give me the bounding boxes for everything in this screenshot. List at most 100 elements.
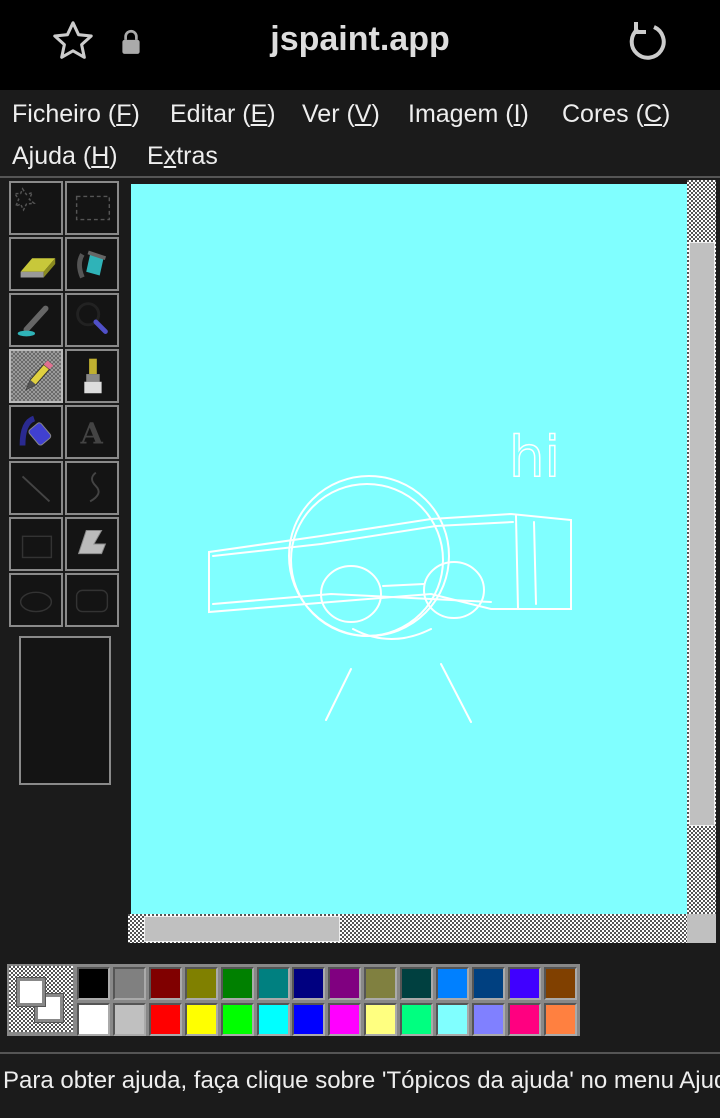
palette-color[interactable] [543,967,577,1000]
menu-label-part: ) [371,100,380,128]
palette-color[interactable] [220,1003,254,1036]
tool-ellipse[interactable] [9,573,63,627]
palette-color[interactable] [148,1003,182,1036]
canvas-area: hi [128,180,720,945]
menu-label-part: Ajuda ( [12,142,92,170]
menu-label-part: x [163,142,177,170]
menu-item[interactable]: Editar (E) [170,100,276,129]
menu-label-part: I [513,100,521,128]
menu-item[interactable]: Ver (V) [302,100,380,129]
canvas-text: hi [509,425,560,490]
tool-eraser[interactable] [9,237,63,291]
status-text: Para obter ajuda, faça clique sobre 'Tóp… [3,1067,720,1094]
horizontal-scrollbar[interactable] [128,914,687,943]
menu-item[interactable]: Ajuda (H) [12,142,118,171]
svg-text:A: A [79,417,103,451]
tool-options[interactable] [19,636,111,785]
palette-color[interactable] [292,1003,326,1036]
pencil-icon [25,360,54,391]
horizontal-scroll-thumb[interactable] [144,916,340,942]
tool-polygon[interactable] [65,517,119,571]
tool-rectangle[interactable] [9,517,63,571]
palette-color[interactable] [507,967,541,1000]
color-box [7,964,580,1036]
page-url[interactable]: jspaint.app [0,20,720,59]
palette-color[interactable] [364,1003,398,1036]
tool-free-form-select[interactable] [9,181,63,235]
free-form-select-icon [13,187,36,212]
menu-label-part: ) [520,100,529,128]
palette-color[interactable] [543,1003,577,1036]
palette-color[interactable] [400,1003,434,1036]
tool-line[interactable] [9,461,63,515]
tool-select[interactable] [65,181,119,235]
airbrush-icon [19,415,52,446]
menu-label-part: Imagem ( [408,100,514,128]
palette-color[interactable] [184,967,218,1000]
status-bar: Para obter ajuda, faça clique sobre 'Tóp… [0,1052,720,1098]
magnifier-icon [76,302,108,334]
tool-pick-color[interactable] [9,293,63,347]
palette-color[interactable] [77,967,110,1000]
menu-item[interactable]: Extras [147,142,218,171]
palette-color[interactable] [220,967,254,1000]
palette-color[interactable] [256,1003,290,1036]
palette-color[interactable] [328,967,362,1000]
palette-color[interactable] [328,1003,362,1036]
brush-icon [84,358,102,394]
vertical-scrollbar[interactable] [687,180,716,914]
polygon-icon [77,530,107,555]
tool-fill[interactable] [65,237,119,291]
menu-label-part: C [643,100,663,128]
reload-icon[interactable] [624,18,672,66]
menu-label-part: E [250,100,268,128]
menu-label-part: Editar ( [170,100,251,128]
menu-label-part: ) [267,100,276,128]
menu-item[interactable]: Cores (C) [562,100,670,129]
vertical-scroll-thumb[interactable] [689,242,715,826]
drawing-canvas[interactable]: hi [131,184,687,914]
menu-label-part: V [354,100,372,128]
palette-color[interactable] [400,967,434,1000]
current-colors[interactable] [9,966,73,1032]
palette-color[interactable] [436,1003,469,1036]
tool-curve[interactable] [65,461,119,515]
menu-label-part: Ficheiro ( [12,100,117,128]
palette-color[interactable] [256,967,290,1000]
select-icon [75,195,111,221]
ellipse-icon [19,591,53,613]
tool-brush[interactable] [65,349,119,403]
fill-icon [77,250,107,279]
palette-color[interactable] [77,1003,110,1036]
rounded-rectangle-icon [75,589,109,613]
palette-color[interactable] [507,1003,541,1036]
palette-color[interactable] [471,967,505,1000]
scrollbar-corner [687,914,716,943]
eraser-icon [20,258,56,278]
palette-color[interactable] [112,1003,146,1036]
palette-color[interactable] [148,967,182,1000]
tool-rounded-rectangle[interactable] [65,573,119,627]
palette-color[interactable] [471,1003,505,1036]
palette-color[interactable] [436,967,469,1000]
tool-magnifier[interactable] [65,293,119,347]
browser-bar: jspaint.app [0,0,720,90]
tool-airbrush[interactable] [9,405,63,459]
tool-pencil[interactable] [9,349,63,403]
palette-color[interactable] [364,967,398,1000]
menu-item[interactable]: Ficheiro (F) [12,100,140,129]
palette-color[interactable] [292,967,326,1000]
menu-item[interactable]: Imagem (I) [408,100,529,129]
palette-color[interactable] [184,1003,218,1036]
toolbox: A [0,180,128,945]
menu-label-part: H [91,142,110,170]
foreground-color[interactable] [17,978,45,1006]
menu-label-part: ) [662,100,671,128]
tool-text[interactable]: A [65,405,119,459]
menu-label-part: Ver ( [302,100,355,128]
menu-label-part: ) [109,142,118,170]
drawing: hi [208,424,572,723]
palette-color[interactable] [112,967,146,1000]
pick-color-icon [17,305,49,337]
menu-label-part: Cores ( [562,100,644,128]
